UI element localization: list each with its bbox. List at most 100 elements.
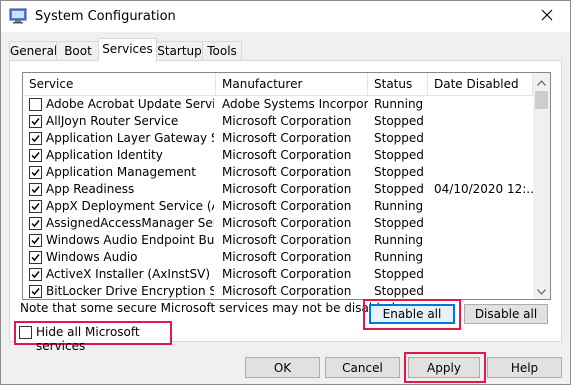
service-checkbox[interactable] [29, 234, 42, 247]
service-checkbox[interactable] [29, 115, 42, 128]
manufacturer-cell: Microsoft Corporation [222, 165, 352, 179]
table-row[interactable]: Windows Audio Microsoft Corporation Runnin… [23, 249, 533, 266]
service-checkbox[interactable] [29, 183, 42, 196]
status-cell: Stopped [374, 284, 424, 298]
checkbox-box[interactable] [19, 326, 32, 339]
status-cell: Stopped [374, 165, 424, 179]
status-cell: Running [374, 97, 424, 111]
scroll-thumb[interactable] [535, 91, 548, 109]
service-name-cell: AssignedAccessManager Service [46, 216, 214, 230]
date-disabled-cell [434, 130, 533, 147]
service-checkbox[interactable] [29, 149, 42, 162]
scroll-up-icon [537, 75, 546, 89]
scroll-up-button[interactable] [533, 73, 550, 90]
disable-all-button[interactable]: Disable all [464, 304, 548, 324]
ok-button[interactable]: OK [245, 357, 320, 378]
service-name-cell: App Readiness [46, 182, 135, 196]
enable-all-button[interactable]: Enable all [369, 304, 455, 324]
date-disabled-cell: 04/10/2020 12:... [434, 182, 533, 196]
service-checkbox[interactable] [29, 285, 42, 298]
services-panel: Service Manufacturer Status Date Disable… [9, 60, 562, 353]
service-checkbox[interactable] [29, 132, 42, 145]
service-name-cell: Adobe Acrobat Update Service [46, 97, 214, 111]
column-header-service[interactable]: Service [23, 73, 216, 95]
scroll-down-button[interactable] [533, 282, 550, 299]
tab-startup[interactable]: Startup [155, 41, 204, 61]
cancel-button[interactable]: Cancel [325, 357, 400, 378]
tab-tools[interactable]: Tools [202, 41, 242, 61]
table-row[interactable]: ActiveX Installer (AxInstSV) Microsoft Co… [23, 266, 533, 283]
service-checkbox[interactable] [29, 268, 42, 281]
service-name-cell: AllJoyn Router Service [46, 114, 179, 128]
manufacturer-cell: Adobe Systems Incorporated [222, 97, 368, 111]
status-cell: Running [374, 199, 424, 213]
table-row[interactable]: Application Identity Microsoft Corporatio… [23, 147, 533, 164]
table-row[interactable]: Application Layer Gateway Service Microso… [23, 130, 533, 147]
system-configuration-window: System Configuration General Boot Servic… [0, 0, 571, 385]
service-name-cell: Windows Audio [46, 250, 138, 264]
status-cell: Stopped [374, 114, 424, 128]
table-row[interactable]: AssignedAccessManager Service Microsoft C… [23, 215, 533, 232]
manufacturer-cell: Microsoft Corporation [222, 199, 352, 213]
service-name-cell: Windows Audio Endpoint Builder [46, 233, 214, 247]
tab-services[interactable]: Services [98, 38, 157, 62]
date-disabled-cell [434, 113, 533, 130]
date-disabled-cell [434, 164, 533, 181]
secure-services-note: Note that some secure Microsoft services… [20, 301, 399, 315]
close-button[interactable] [524, 1, 570, 32]
table-row[interactable]: Application Management Microsoft Corporat… [23, 164, 533, 181]
tab-general[interactable]: General [9, 41, 58, 61]
service-name-cell: Application Layer Gateway Service [46, 131, 214, 145]
manufacturer-cell: Microsoft Corporation [222, 182, 352, 196]
manufacturer-cell: Microsoft Corporation [222, 148, 352, 162]
hide-microsoft-services-label: Hide all Microsoft services [36, 325, 140, 353]
manufacturer-cell: Microsoft Corporation [222, 114, 352, 128]
service-checkbox[interactable] [29, 98, 42, 111]
service-name-cell: ActiveX Installer (AxInstSV) [46, 267, 211, 281]
column-header-status[interactable]: Status [368, 73, 428, 95]
table-row[interactable]: BitLocker Drive Encryption Service Micros… [23, 283, 533, 299]
list-header: Service Manufacturer Status Date Disable… [23, 73, 533, 96]
manufacturer-cell: Microsoft Corporation [222, 131, 352, 145]
service-name-cell: Application Management [46, 165, 196, 179]
manufacturer-cell: Microsoft Corporation [222, 267, 352, 281]
service-checkbox[interactable] [29, 200, 42, 213]
column-header-date-disabled[interactable]: Date Disabled [428, 73, 533, 95]
tab-boot[interactable]: Boot [56, 41, 100, 61]
table-row[interactable]: Adobe Acrobat Update Service Adobe System… [23, 96, 533, 113]
status-cell: Stopped [374, 182, 424, 196]
service-checkbox[interactable] [29, 217, 42, 230]
help-button[interactable]: Help [487, 357, 562, 378]
manufacturer-cell: Microsoft Corporation [222, 233, 352, 247]
hide-microsoft-services-checkbox[interactable]: Hide all Microsoft services [14, 321, 172, 353]
date-disabled-cell [434, 266, 533, 283]
date-disabled-cell [434, 283, 533, 299]
scroll-down-icon [537, 284, 546, 298]
table-row[interactable]: AllJoyn Router Service Microsoft Corporat… [23, 113, 533, 130]
close-icon [541, 9, 553, 24]
date-disabled-cell [434, 249, 533, 266]
table-row[interactable]: AppX Deployment Service (AppX... Microsof… [23, 198, 533, 215]
table-row[interactable]: Windows Audio Endpoint Builder Microsoft … [23, 232, 533, 249]
apply-button[interactable]: Apply [408, 357, 480, 378]
vertical-scrollbar[interactable] [533, 73, 550, 299]
status-cell: Stopped [374, 267, 424, 281]
manufacturer-cell: Microsoft Corporation [222, 250, 352, 264]
system-configuration-icon [9, 8, 27, 24]
column-header-manufacturer[interactable]: Manufacturer [216, 73, 368, 95]
title-bar: System Configuration [1, 1, 570, 32]
date-disabled-cell [434, 147, 533, 164]
services-list[interactable]: Service Manufacturer Status Date Disable… [22, 72, 551, 300]
service-name-cell: BitLocker Drive Encryption Service [46, 284, 214, 298]
table-row[interactable]: App Readiness Microsoft Corporation Stoppe… [23, 181, 533, 198]
service-name-cell: AppX Deployment Service (AppX... [46, 199, 214, 213]
window-title: System Configuration [35, 9, 176, 24]
date-disabled-cell [434, 215, 533, 232]
service-checkbox[interactable] [29, 251, 42, 264]
status-cell: Stopped [374, 131, 424, 145]
service-checkbox[interactable] [29, 166, 42, 179]
status-cell: Running [374, 250, 424, 264]
date-disabled-cell [434, 198, 533, 215]
date-disabled-cell [434, 232, 533, 249]
status-cell: Running [374, 233, 424, 247]
